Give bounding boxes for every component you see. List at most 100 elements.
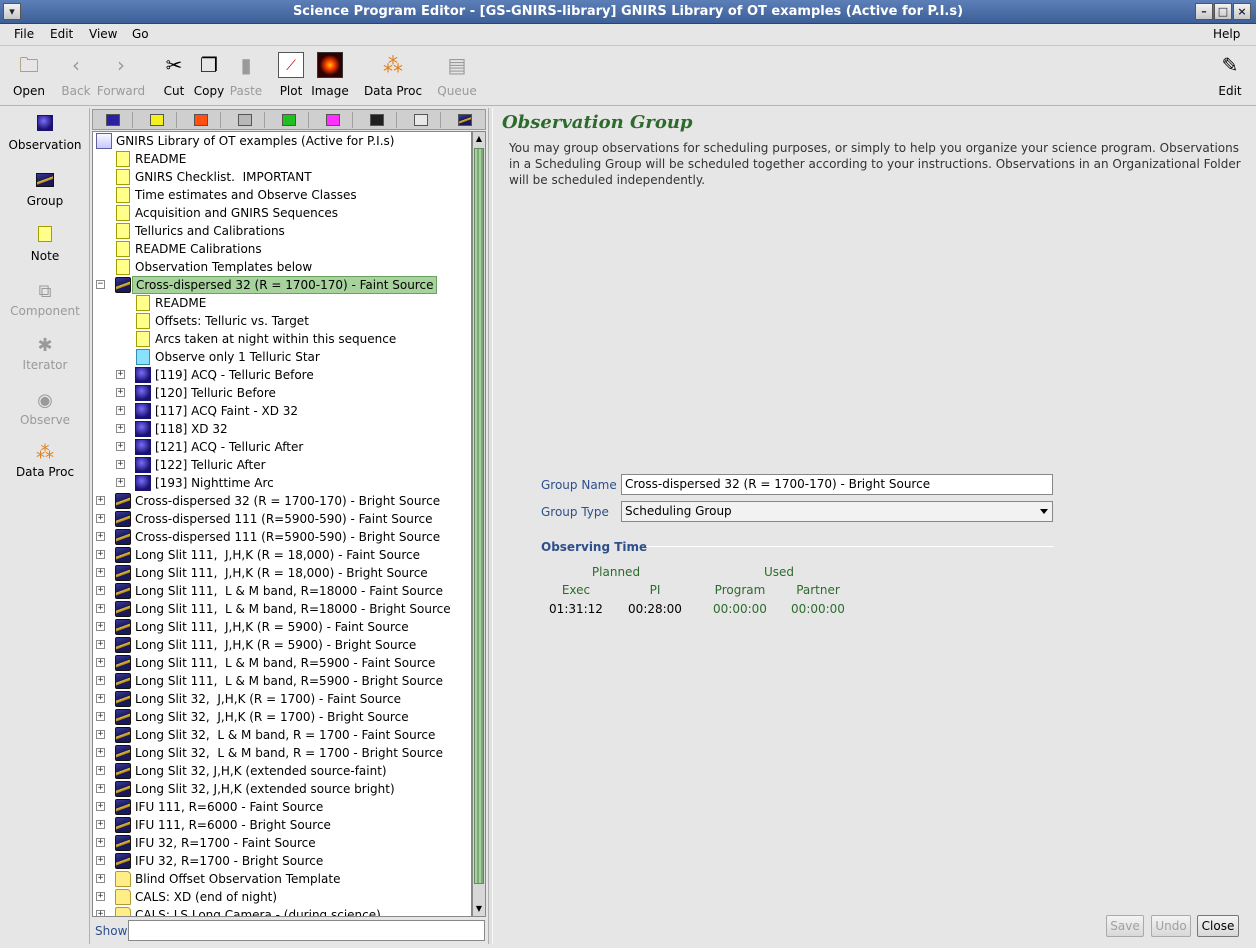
expand-icon[interactable]: +	[96, 748, 105, 757]
plot-button[interactable]: ⟋ Plot	[276, 52, 306, 98]
add-observation-button[interactable]: Observation	[0, 114, 90, 152]
tree-group[interactable]: + Long Slit 32, L & M band, R = 1700 - Br…	[93, 744, 471, 762]
expand-icon[interactable]: +	[96, 820, 105, 829]
expand-icon[interactable]: +	[96, 910, 105, 916]
filter-group-tab[interactable]	[445, 112, 485, 128]
tree-note[interactable]: Time estimates and Observe Classes	[93, 186, 471, 204]
tree-group[interactable]: + Long Slit 32, J,H,K (R = 1700) - Faint …	[93, 690, 471, 708]
expand-icon[interactable]: +	[96, 676, 105, 685]
tree-group[interactable]: + Long Slit 32, L & M band, R = 1700 - Fa…	[93, 726, 471, 744]
tree-note[interactable]: Acquisition and GNIRS Sequences	[93, 204, 471, 222]
expand-icon[interactable]: +	[116, 388, 125, 397]
data-proc-button[interactable]: ⁂ Data Proc	[362, 52, 424, 98]
tree-root[interactable]: GNIRS Library of OT examples (Active for…	[93, 132, 471, 150]
expand-icon[interactable]: +	[96, 496, 105, 505]
tree-note[interactable]: Observation Templates below	[93, 258, 471, 276]
tree-note[interactable]: Observe only 1 Telluric Star	[93, 348, 471, 366]
tree-group[interactable]: + Long Slit 32, J,H,K (R = 1700) - Bright…	[93, 708, 471, 726]
expand-icon[interactable]: +	[96, 658, 105, 667]
tree-scrollbar[interactable]: ▲ ▼	[472, 131, 486, 917]
tree-group[interactable]: + Cross-dispersed 111 (R=5900-590) - Brig…	[93, 528, 471, 546]
tree-observation[interactable]: + [121] ACQ - Telluric After	[93, 438, 471, 456]
tree-note[interactable]: Arcs taken at night within this sequence	[93, 330, 471, 348]
show-input[interactable]	[128, 920, 485, 941]
expand-icon[interactable]: +	[96, 712, 105, 721]
filter-component-tab[interactable]	[181, 112, 221, 128]
tree-group[interactable]: + Long Slit 111, L & M band, R=18000 - Fa…	[93, 582, 471, 600]
add-group-button[interactable]: Group	[0, 170, 90, 208]
tree-note[interactable]: Offsets: Telluric vs. Target	[93, 312, 471, 330]
forward-button[interactable]: › Forward	[96, 52, 146, 98]
tree-group[interactable]: + Long Slit 111, L & M band, R=5900 - Bri…	[93, 672, 471, 690]
tree-group[interactable]: + Long Slit 32, J,H,K (extended source-fa…	[93, 762, 471, 780]
tree-group[interactable]: + Long Slit 111, J,H,K (R = 18,000) - Fai…	[93, 546, 471, 564]
expand-icon[interactable]: +	[96, 874, 105, 883]
cut-button[interactable]: ✂ Cut	[160, 52, 188, 98]
tree-observation[interactable]: + [118] XD 32	[93, 420, 471, 438]
split-divider[interactable]	[488, 108, 493, 944]
tree-group[interactable]: + IFU 111, R=6000 - Bright Source	[93, 816, 471, 834]
copy-button[interactable]: ❐ Copy	[192, 52, 226, 98]
menu-view[interactable]: View	[89, 27, 117, 41]
expand-icon[interactable]: +	[96, 622, 105, 631]
group-type-select[interactable]: Scheduling Group	[621, 501, 1053, 522]
queue-button[interactable]: ▤ Queue	[436, 52, 478, 98]
window-menu-icon[interactable]: ▾	[3, 3, 21, 20]
expand-icon[interactable]: +	[96, 568, 105, 577]
scroll-up-icon[interactable]: ▲	[473, 132, 485, 146]
tree-group[interactable]: + Cross-dispersed 111 (R=5900-590) - Fain…	[93, 510, 471, 528]
tree-note[interactable]: README Calibrations	[93, 240, 471, 258]
expand-icon[interactable]: +	[96, 532, 105, 541]
menu-edit[interactable]: Edit	[50, 27, 73, 41]
tree-group[interactable]: + IFU 111, R=6000 - Faint Source	[93, 798, 471, 816]
expand-icon[interactable]: +	[96, 514, 105, 523]
expand-icon[interactable]: +	[96, 892, 105, 901]
expand-icon[interactable]: +	[96, 730, 105, 739]
tree-observation[interactable]: + [193] Nighttime Arc	[93, 474, 471, 492]
close-button[interactable]: Close	[1197, 915, 1239, 937]
scrollbar-thumb[interactable]	[474, 148, 484, 884]
filter-note-tab[interactable]	[137, 112, 177, 128]
paste-button[interactable]: ▮ Paste	[228, 52, 264, 98]
expand-icon[interactable]: +	[116, 406, 125, 415]
save-button[interactable]: Save	[1106, 915, 1144, 937]
tree-group[interactable]: + Long Slit 111, J,H,K (R = 18,000) - Bri…	[93, 564, 471, 582]
scroll-down-icon[interactable]: ▼	[473, 902, 485, 916]
menu-go[interactable]: Go	[132, 27, 149, 41]
expand-icon[interactable]: +	[96, 856, 105, 865]
expand-icon[interactable]: +	[96, 784, 105, 793]
expand-icon[interactable]: +	[96, 640, 105, 649]
tree-observation[interactable]: + [120] Telluric Before	[93, 384, 471, 402]
tree-observation[interactable]: + [122] Telluric After	[93, 456, 471, 474]
collapse-icon[interactable]: −	[96, 280, 105, 289]
filter-observation-tab[interactable]	[93, 112, 133, 128]
maximize-icon[interactable]: □	[1214, 3, 1232, 20]
expand-icon[interactable]: +	[96, 766, 105, 775]
tree-group[interactable]: − Cross-dispersed 32 (R = 1700-170) - Fai…	[93, 276, 471, 294]
expand-icon[interactable]: +	[96, 604, 105, 613]
tree-observation[interactable]: + [119] ACQ - Telluric Before	[93, 366, 471, 384]
tree-group[interactable]: + Long Slit 111, L & M band, R=5900 - Fai…	[93, 654, 471, 672]
edit-button[interactable]: ✎ Edit	[1214, 52, 1246, 98]
program-tree[interactable]: GNIRS Library of OT examples (Active for…	[92, 131, 472, 917]
tree-folder[interactable]: + CALS: XD (end of night)	[93, 888, 471, 906]
back-button[interactable]: ‹ Back	[58, 52, 94, 98]
expand-icon[interactable]: +	[116, 460, 125, 469]
group-name-input[interactable]: Cross-dispersed 32 (R = 1700-170) - Brig…	[621, 474, 1053, 495]
image-button[interactable]: Image	[310, 52, 350, 98]
add-iterator-button[interactable]: ✱ Iterator	[0, 334, 90, 372]
expand-icon[interactable]: +	[96, 586, 105, 595]
add-observe-button[interactable]: ◉ Observe	[0, 389, 90, 427]
tree-group[interactable]: + Long Slit 111, J,H,K (R = 5900) - Brigh…	[93, 636, 471, 654]
filter-magenta-tab[interactable]	[313, 112, 353, 128]
expand-icon[interactable]: +	[96, 802, 105, 811]
undo-button[interactable]: Undo	[1151, 915, 1191, 937]
tree-group[interactable]: + Long Slit 32, J,H,K (extended source br…	[93, 780, 471, 798]
tree-group[interactable]: + Long Slit 111, J,H,K (R = 5900) - Faint…	[93, 618, 471, 636]
tree-group[interactable]: + Cross-dispersed 32 (R = 1700-170) - Bri…	[93, 492, 471, 510]
filter-light-tab[interactable]	[401, 112, 441, 128]
expand-icon[interactable]: +	[116, 424, 125, 433]
menu-help[interactable]: Help	[1213, 27, 1240, 41]
minimize-icon[interactable]: –	[1195, 3, 1213, 20]
tree-folder[interactable]: + Blind Offset Observation Template	[93, 870, 471, 888]
